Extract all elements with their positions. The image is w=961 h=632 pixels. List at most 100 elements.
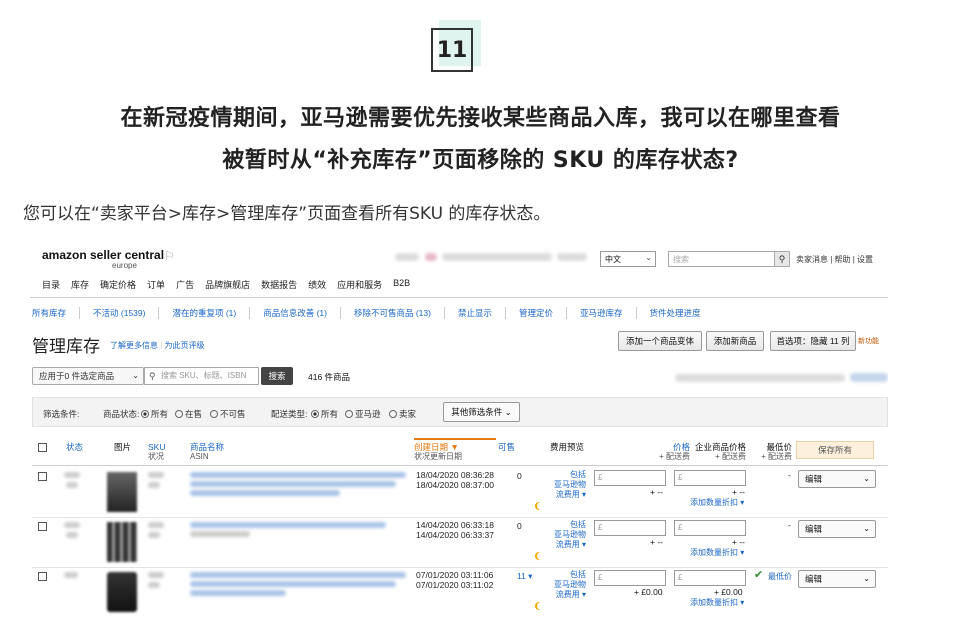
business-price-input[interactable]: £ — [674, 470, 746, 486]
subnav-item[interactable]: 商品信息改善 (1) — [250, 307, 341, 319]
subnav-item[interactable]: 不活动 (1539) — [80, 307, 160, 319]
preferences-button[interactable]: 首选项：隐藏 11 列 — [770, 331, 856, 351]
add-variant-button[interactable]: 添加一个商品变体 — [618, 331, 702, 351]
subnav-item[interactable]: 所有库存 — [32, 307, 81, 319]
blurred-title — [190, 490, 340, 496]
col-sku[interactable]: SKU 状况 — [148, 442, 165, 462]
search-button[interactable]: 搜索 — [261, 367, 293, 385]
col-status[interactable]: 状态 — [66, 442, 83, 452]
more-filters-button[interactable]: 其他筛选条件 ⌄ — [443, 402, 520, 422]
inventory-subnav: 所有库存 不活动 (1539) 潜在的重复项 (1) 商品信息改善 (1) 移除… — [32, 307, 714, 319]
blurred-sku — [148, 532, 160, 538]
answer-text: 您可以在“卖家平台>库存>管理库存”页面查看所有SKU 的库存状态。 — [23, 204, 551, 224]
business-price-input[interactable]: £ — [674, 520, 746, 536]
row-checkbox[interactable] — [38, 472, 47, 481]
question-line-2: 被暂时从“补充库存”页面移除的 SKU 的库存状态? — [222, 148, 739, 173]
col-price[interactable]: 价格 + 配送费 — [642, 442, 690, 462]
moon-icon — [537, 602, 545, 610]
nav-item[interactable]: 确定价格 — [100, 278, 136, 291]
title-links: 了解更多信息 | 为此页评级 — [110, 341, 205, 350]
top-links[interactable]: 卖家消息 | 帮助 | 设置 — [796, 254, 873, 265]
nav-item[interactable]: 数据报告 — [261, 278, 297, 291]
nav-item[interactable]: 库存 — [71, 278, 89, 291]
business-price-input[interactable]: £ — [674, 570, 746, 586]
search-icon[interactable]: ⚲ — [774, 251, 790, 267]
chevron-down-icon: ⌄ — [863, 574, 870, 583]
row-checkbox[interactable] — [38, 522, 47, 531]
available-qty[interactable]: 11 ▾ — [517, 571, 532, 582]
product-image[interactable] — [107, 472, 137, 512]
price-input[interactable]: £ — [594, 520, 666, 536]
language-select[interactable]: 中文 ⌄ — [600, 251, 656, 267]
product-image[interactable] — [107, 522, 137, 562]
blurred-title — [190, 481, 396, 487]
available-qty: 0 — [517, 521, 522, 531]
created-date: 07/01/2020 03:11:06 07/01/2020 03:11:02 — [416, 570, 494, 590]
blurred-status — [64, 472, 80, 478]
subnav-item[interactable]: 潜在的重复项 (1) — [159, 307, 251, 319]
col-available[interactable]: 可售 — [498, 442, 515, 452]
col-created[interactable]: 创建日期 ▼ 状况更新日期 — [414, 438, 496, 462]
status-filter-active[interactable]: 在售 — [175, 408, 202, 420]
seller-central-logo[interactable]: amazon seller central europe — [42, 248, 164, 270]
status-filter-inactive[interactable]: 不可售 — [210, 408, 246, 420]
product-count: 416 件商品 — [308, 372, 351, 382]
add-quantity-discount-link[interactable]: 添加数量折扣 ▾ — [690, 547, 744, 558]
blurred-title — [190, 531, 250, 537]
rate-page-link[interactable]: 为此页评级 — [165, 341, 205, 350]
blurred-link — [850, 373, 888, 382]
chevron-down-icon: ⌄ — [132, 371, 139, 380]
main-nav: 目录 库存 确定价格 订单 广告 品牌旗舰店 数据报告 绩效 应用和服务 B2B — [42, 278, 410, 291]
number-box: 11 — [431, 28, 473, 72]
edit-dropdown[interactable]: 编辑 ⌄ — [798, 470, 876, 488]
col-product-name[interactable]: 商品名称 ASIN — [190, 442, 224, 462]
add-quantity-discount-link[interactable]: 添加数量折扣 ▾ — [690, 597, 744, 608]
blurred-flag — [425, 253, 437, 261]
blurred-status — [64, 572, 78, 578]
filter-bar: 筛选条件: 商品状态: 所有 在售 不可售 配送类型: 所有 亚马逊 卖家 其他… — [32, 397, 888, 427]
lowest-price-link[interactable]: 最低价 — [768, 571, 792, 582]
blurred-status — [66, 532, 78, 538]
blurred-store2 — [557, 253, 587, 261]
nav-item[interactable]: 订单 — [147, 278, 165, 291]
inventory-search-input[interactable]: ⚲ 搜索 SKU、标题、ISBN — [144, 367, 259, 385]
select-all-checkbox[interactable] — [38, 443, 47, 452]
nav-item[interactable]: 广告 — [176, 278, 194, 291]
top-search-input[interactable]: 搜索 — [668, 251, 790, 267]
subnav-item[interactable]: 管理定价 — [506, 307, 567, 319]
save-all-button[interactable]: 保存所有 — [796, 441, 874, 459]
price-input[interactable]: £ — [594, 470, 666, 486]
price-input[interactable]: £ — [594, 570, 666, 586]
fee-preview[interactable]: 包括 亚马逊物 流费用 ▾ — [550, 570, 586, 600]
fulfillment-filter-seller[interactable]: 卖家 — [389, 408, 416, 420]
nav-item[interactable]: B2B — [393, 278, 410, 291]
add-product-button[interactable]: 添加新商品 — [706, 331, 764, 351]
subnav-item[interactable]: 货件处理进度 — [637, 307, 714, 319]
edit-dropdown[interactable]: 编辑 ⌄ — [798, 570, 876, 588]
nav-item[interactable]: 品牌旗舰店 — [205, 278, 250, 291]
nav-item[interactable]: 目录 — [42, 278, 60, 291]
col-business-price: 企业商品价格 + 配送费 — [694, 442, 746, 461]
article-page: 11 在新冠疫情期间，亚马逊需要优先接收某些商品入库，我可以在哪里查看 被暂时从… — [0, 0, 961, 632]
add-quantity-discount-link[interactable]: 添加数量折扣 ▾ — [690, 497, 744, 508]
subnav-item[interactable]: 移除不可售商品 (13) — [341, 307, 445, 319]
fulfillment-filter-all[interactable]: 所有 — [311, 408, 338, 420]
fee-preview[interactable]: 包括 亚马逊物 流费用 ▾ — [550, 520, 586, 550]
row-checkbox[interactable] — [38, 572, 47, 581]
question-number: 11 — [431, 20, 481, 72]
business-shipping: + -- — [732, 487, 745, 497]
edit-dropdown[interactable]: 编辑 ⌄ — [798, 520, 876, 538]
nav-item[interactable]: 应用和服务 — [337, 278, 382, 291]
subnav-item[interactable]: 亚马逊库存 — [567, 307, 637, 319]
created-date: 14/04/2020 06:33:18 14/04/2020 06:33:37 — [416, 520, 494, 540]
bulk-action-select[interactable]: 应用于0 件选定商品 ⌄ — [32, 367, 144, 385]
nav-item[interactable]: 绩效 — [308, 278, 326, 291]
learn-more-link[interactable]: 了解更多信息 — [110, 341, 158, 350]
status-filter-all[interactable]: 所有 — [141, 408, 168, 420]
fee-preview[interactable]: 包括 亚马逊物 流费用 ▾ — [550, 470, 586, 500]
flag-icon[interactable]: ⚐ — [164, 249, 175, 263]
fulfillment-filter-label: 配送类型: — [271, 409, 308, 419]
subnav-item[interactable]: 禁止显示 — [445, 307, 506, 319]
fulfillment-filter-amazon[interactable]: 亚马逊 — [345, 408, 381, 420]
product-image[interactable] — [107, 572, 137, 612]
